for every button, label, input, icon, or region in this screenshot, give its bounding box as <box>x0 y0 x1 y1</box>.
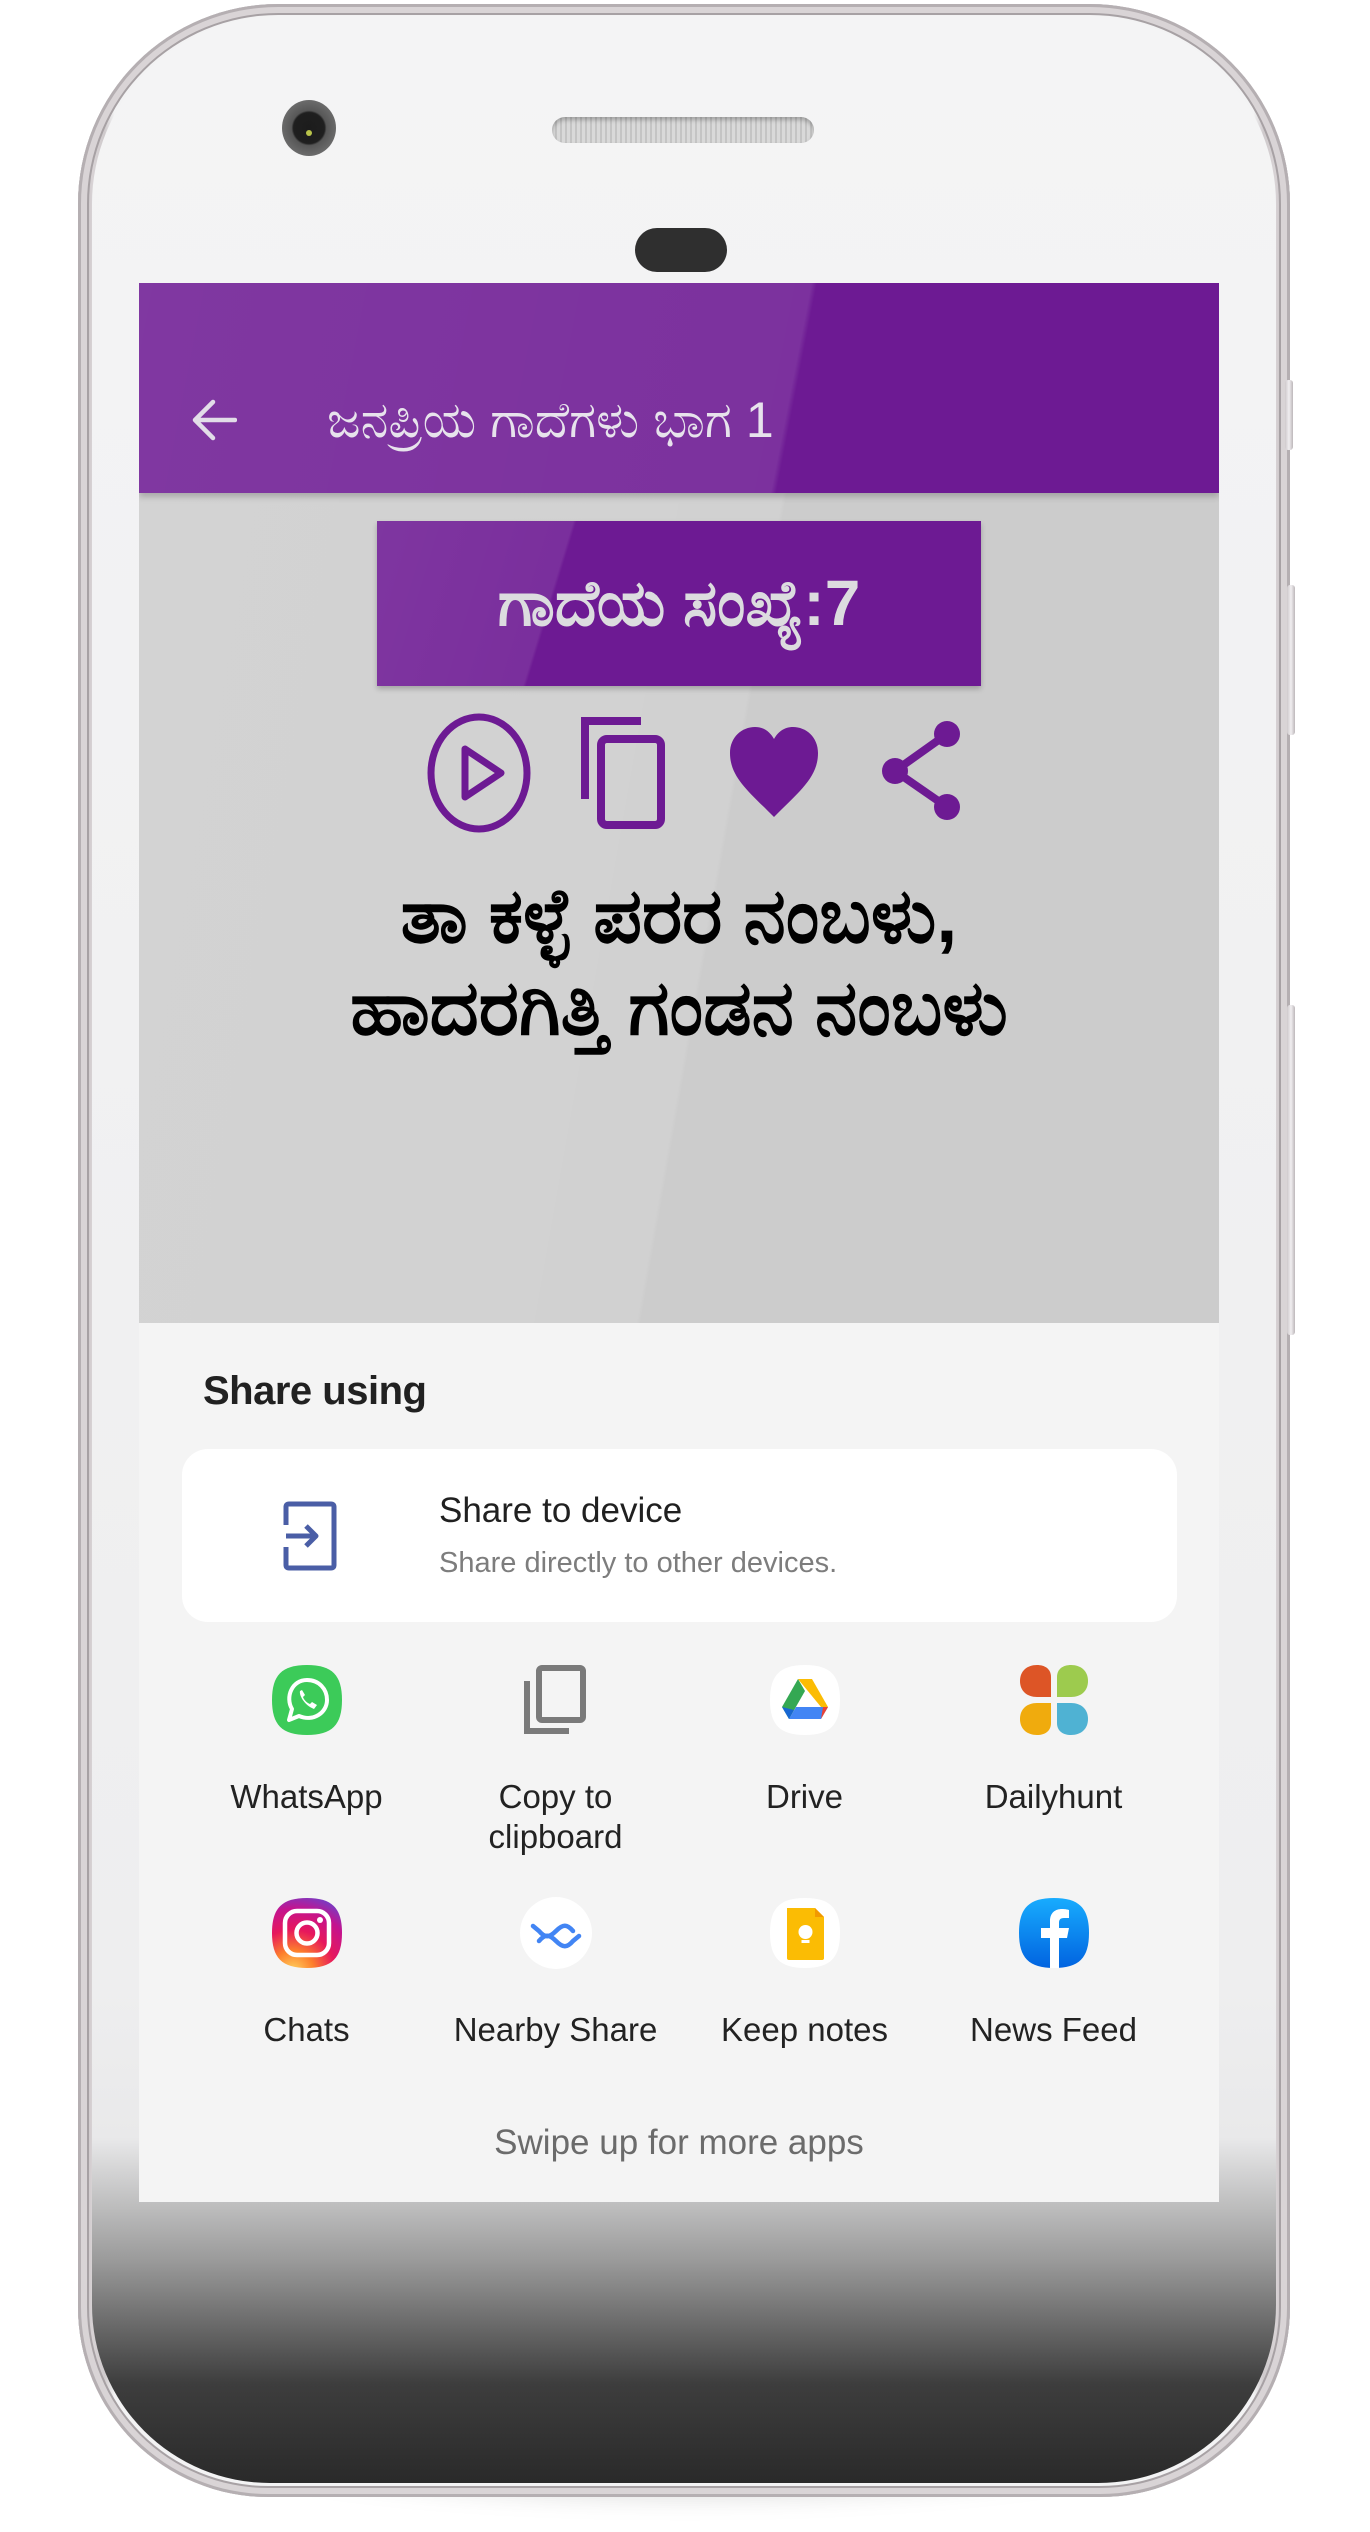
nearby-share-icon <box>519 1896 593 1970</box>
app-label: WhatsApp <box>230 1778 383 1815</box>
back-button[interactable] <box>179 385 249 455</box>
volume-button <box>1285 380 1293 450</box>
share-icon <box>882 721 960 820</box>
whatsapp-icon <box>270 1663 344 1737</box>
play-circle-icon <box>427 713 531 833</box>
app-label: Copy to clipboard <box>488 1778 623 1855</box>
facebook-icon <box>1017 1896 1091 1970</box>
app-toolbar: ಜನಪ್ರಿಯ ಗಾದೆಗಳು ಭಾಗ 1 <box>139 283 1219 493</box>
arrow-left-icon <box>192 399 237 441</box>
app-label: News Feed <box>970 2011 1137 2048</box>
share-app-drive[interactable]: Drive <box>680 1663 929 1883</box>
share-app-dailyhunt[interactable]: Dailyhunt <box>929 1663 1178 1883</box>
action-bar <box>139 711 1219 833</box>
play-button[interactable] <box>425 711 533 840</box>
share-button[interactable] <box>879 719 963 828</box>
app-label: Chats <box>263 2011 350 2048</box>
share-app-instagram-chats[interactable]: Chats <box>182 1896 431 2116</box>
copy-to-clipboard-icon <box>519 1663 593 1737</box>
share-to-device-card[interactable]: Share to device Share directly to other … <box>182 1449 1177 1622</box>
app-label: Dailyhunt <box>984 1778 1123 1815</box>
share-app-nearby-share[interactable]: Nearby Share <box>431 1896 680 2116</box>
share-app-facebook-news-feed[interactable]: News Feed <box>929 1896 1178 2116</box>
swipe-up-hint[interactable]: Swipe up for more apps <box>139 2123 1219 2163</box>
proverb-text: ತಾ ಕಳ್ಳೆ ಪರರ ನಂಬಳು, ಹಾದರಗಿತ್ತಿ ಗಂಡನ ನಂಬಳ… <box>139 871 1219 1055</box>
copy-icon <box>581 717 665 829</box>
proverb-number-badge: ಗಾದೆಯ ಸಂಖ್ಯೆ:7 <box>377 521 981 686</box>
app-label: Keep notes <box>721 2011 888 2048</box>
earpiece-speaker <box>552 117 814 143</box>
proverb-number-label: ಗಾದೆಯ ಸಂಖ್ಯೆ:7 <box>497 567 861 639</box>
google-keep-icon <box>768 1896 842 1970</box>
app-label: Drive <box>765 1778 843 1815</box>
proximity-sensor <box>635 228 727 272</box>
side-key <box>1287 1005 1295 1335</box>
share-sheet-title: Share using <box>203 1369 427 1413</box>
screen: ಜನಪ್ರಿಯ ಗಾದೆಗಳು ಭಾಗ 1 ಗಾದೆಯ ಸಂಖ್ಯೆ:7 ತಾ … <box>139 283 1219 2202</box>
front-camera <box>282 100 336 156</box>
google-drive-icon <box>768 1663 842 1737</box>
share-to-device-title: Share to device <box>439 1491 683 1530</box>
proverb-line-2: ಹಾದರಗಿತ್ತಿ ಗಂಡನ ನಂಬಳು <box>350 966 1008 1051</box>
power-button <box>1287 585 1295 735</box>
share-app-whatsapp[interactable]: WhatsApp <box>182 1663 431 1883</box>
heart-icon <box>730 727 818 817</box>
share-sheet: Share using Share to device Share direct… <box>139 1323 1219 2202</box>
share-app-keep-notes[interactable]: Keep notes <box>680 1896 929 2116</box>
app-label: Nearby Share <box>453 2011 658 2048</box>
share-to-device-subtitle: Share directly to other devices. <box>439 1547 838 1579</box>
proverb-line-1: ತಾ ಕಳ್ಳೆ ಪರರ ನಂಬಳು, <box>400 874 958 959</box>
dailyhunt-icon <box>1017 1663 1091 1737</box>
copy-button[interactable] <box>579 715 669 836</box>
instagram-icon <box>270 1896 344 1970</box>
share-app-copy-to-clipboard[interactable]: Copy to clipboard <box>431 1663 680 1883</box>
favorite-button[interactable] <box>728 725 820 824</box>
share-to-device-icon <box>283 1501 337 1571</box>
toolbar-title: ಜನಪ್ರಿಯ ಗಾದೆಗಳು ಭಾಗ 1 <box>327 392 774 448</box>
